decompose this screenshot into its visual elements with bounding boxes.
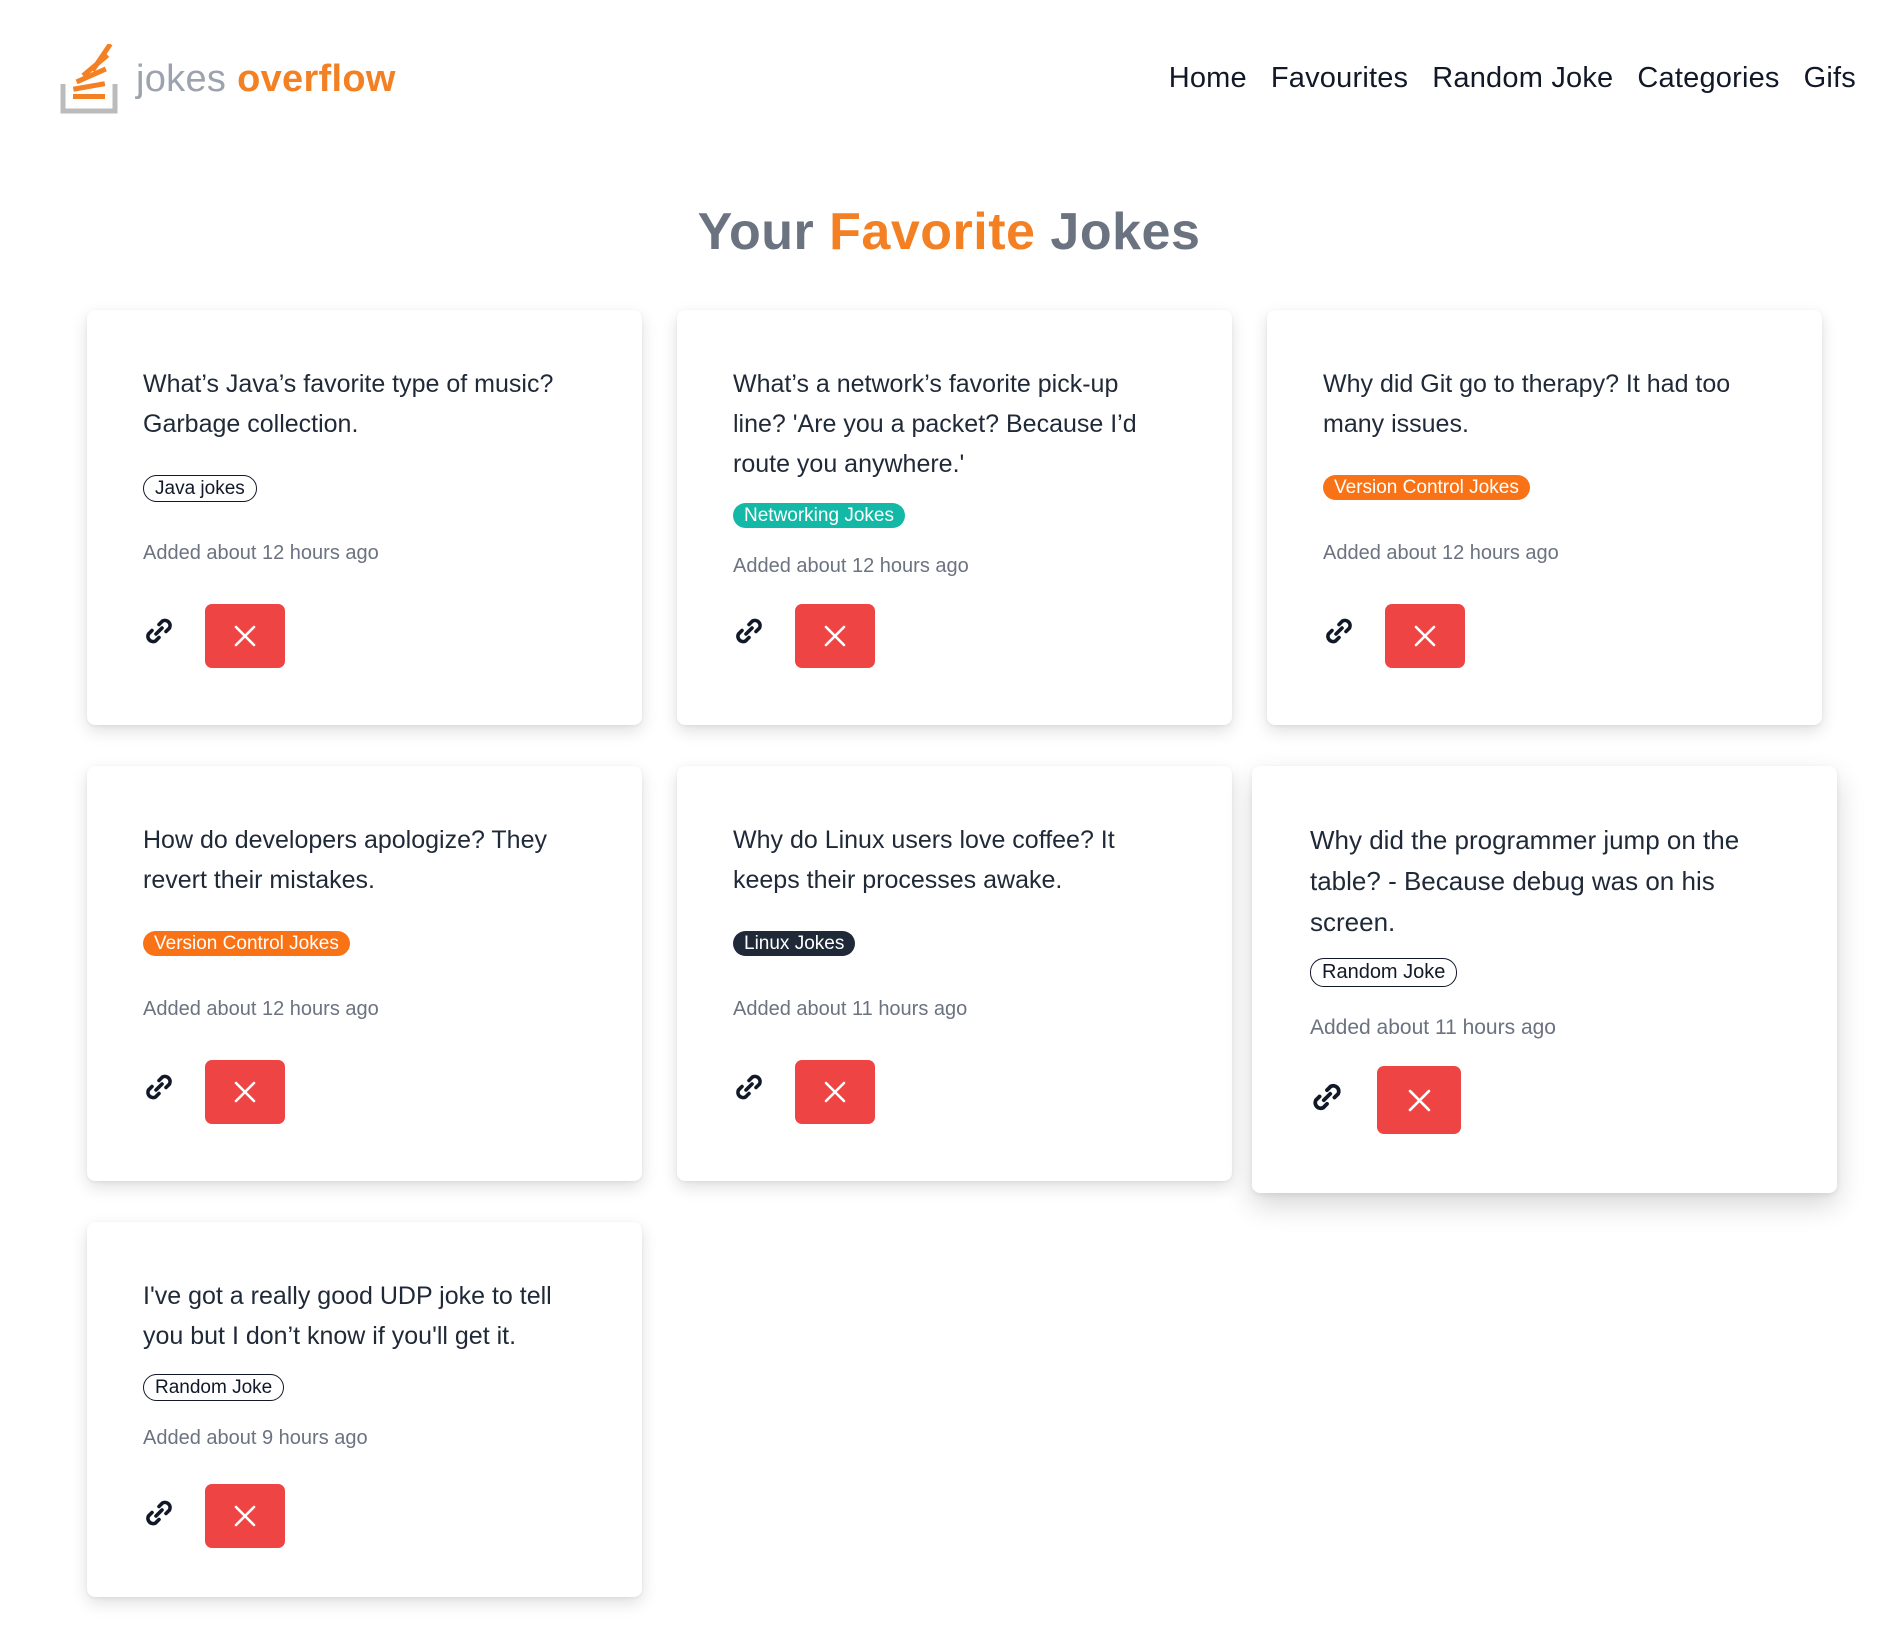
brand-name: jokes overflow [136,60,396,98]
remove-favourite-button[interactable] [1377,1066,1461,1134]
link-icon[interactable] [733,615,765,647]
main-nav: Home Favourites Random Joke Categories G… [1169,62,1856,95]
joke-text: I've got a really good UDP joke to tell … [143,1282,552,1350]
remove-favourite-button[interactable] [205,1060,285,1124]
close-icon [234,1505,256,1527]
joke-text: Why do Linux users love coffee? It keeps… [733,826,1115,894]
added-time: Added about 11 hours ago [1310,1016,1556,1039]
joke-text: How do developers apologize? They revert… [143,826,547,894]
link-icon[interactable] [1310,1080,1342,1112]
title-your: Your [697,203,815,261]
nav-home[interactable]: Home [1169,62,1247,95]
joke-card: Why did the programmer jump on the table… [1252,766,1837,1193]
remove-favourite-button[interactable] [205,1484,285,1548]
link-icon[interactable] [143,1497,175,1529]
joke-card: Why do Linux users love coffee? It keeps… [677,766,1232,1181]
close-icon [234,1081,256,1103]
link-icon[interactable] [143,1071,175,1103]
remove-favourite-button[interactable] [795,604,875,668]
added-time: Added about 12 hours ago [143,542,379,564]
joke-text: Why did the programmer jump on the table… [1310,825,1740,937]
title-favorite: Favorite [829,203,1036,261]
joke-card: What’s a network’s favorite pick-up line… [677,310,1232,725]
joke-card: Why did Git go to therapy? It had too ma… [1267,310,1822,725]
link-icon[interactable] [1323,615,1355,647]
category-badge[interactable]: Linux Jokes [733,931,856,956]
brand-word-jokes: jokes [136,58,227,100]
brand-logo[interactable]: jokes overflow [60,42,396,114]
title-jokes: Jokes [1050,203,1201,261]
nav-favourites[interactable]: Favourites [1271,62,1408,95]
nav-random-joke[interactable]: Random Joke [1432,62,1613,95]
link-icon[interactable] [143,615,175,647]
remove-favourite-button[interactable] [205,604,285,668]
added-time: Added about 9 hours ago [143,1427,368,1449]
added-time: Added about 11 hours ago [733,998,968,1020]
added-time: Added about 12 hours ago [1323,542,1559,564]
link-icon[interactable] [733,1071,765,1103]
close-icon [824,1081,846,1103]
close-icon [1408,1089,1430,1111]
joke-text: Why did Git go to therapy? It had too ma… [1323,370,1731,438]
joke-text: What’s a network’s favorite pick-up line… [733,370,1137,478]
category-badge[interactable]: Networking Jokes [733,503,905,528]
close-icon [1414,625,1436,647]
brand-word-overflow: overflow [237,58,396,100]
added-time: Added about 12 hours ago [733,555,969,577]
category-badge[interactable]: Java jokes [143,475,257,502]
remove-favourite-button[interactable] [1385,604,1465,668]
joke-text: What’s Java’s favorite type of music? Ga… [143,370,554,438]
nav-gifs[interactable]: Gifs [1804,62,1856,95]
close-icon [234,625,256,647]
joke-card: How do developers apologize? They revert… [87,766,642,1181]
remove-favourite-button[interactable] [795,1060,875,1124]
category-badge[interactable]: Version Control Jokes [143,931,350,956]
joke-card: What’s Java’s favorite type of music? Ga… [87,310,642,725]
joke-card: I've got a really good UDP joke to tell … [87,1222,642,1597]
category-badge[interactable]: Random Joke [1310,958,1458,987]
category-badge[interactable]: Version Control Jokes [1323,475,1530,500]
added-time: Added about 12 hours ago [143,998,379,1020]
close-icon [824,625,846,647]
stack-overflow-logo-icon [60,42,118,114]
category-badge[interactable]: Random Joke [143,1374,285,1401]
page-title: Your Favorite Jokes [0,202,1898,262]
nav-categories[interactable]: Categories [1637,62,1779,95]
